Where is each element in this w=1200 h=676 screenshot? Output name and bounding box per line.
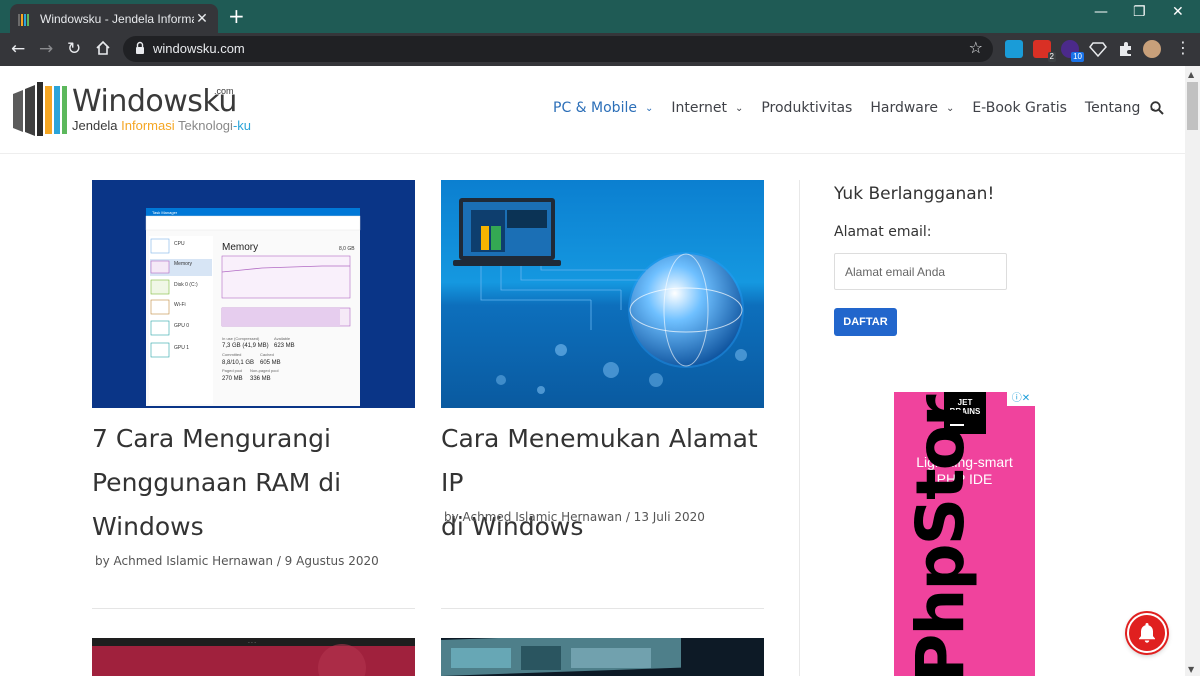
svg-text:CPU: CPU xyxy=(174,241,185,247)
svg-text:270 MB: 270 MB xyxy=(222,376,243,382)
chevron-down-icon: ⌄ xyxy=(734,102,744,114)
advertisement[interactable]: JET BRAINS ⓘ✕ Lightning-smart PHP IDE PhpS… xyxy=(894,392,1035,676)
svg-text:Non-paged pool: Non-paged pool xyxy=(250,368,279,373)
browser-tab[interactable]: Windowsku - Jendela Informasi T ✕ xyxy=(10,4,218,33)
bell-icon xyxy=(1139,623,1155,643)
window-close-icon[interactable]: ✕ xyxy=(1172,4,1184,20)
scroll-down-icon[interactable]: ▼ xyxy=(1188,665,1194,674)
bookmark-star-icon[interactable]: ☆ xyxy=(969,38,983,57)
url-text: windowsku.com xyxy=(153,41,245,56)
site-header: Windowsku .com Jendela Informasi Teknolo… xyxy=(0,66,1185,154)
nav-item-internet[interactable]: Internet ⌄ xyxy=(671,100,743,116)
tab-close-icon[interactable]: ✕ xyxy=(194,10,210,27)
site-logo-com: .com xyxy=(214,86,234,96)
svg-text:8,8/10,1 GB: 8,8/10,1 GB xyxy=(222,360,254,366)
chevron-down-icon: ⌄ xyxy=(945,102,955,114)
purple-extension-icon[interactable]: 10 xyxy=(1061,40,1084,62)
post-meta: by Achmed Islamic Hernawan / 13 Juli 202… xyxy=(444,510,705,524)
svg-text:7,3 GB (41,9 MB): 7,3 GB (41,9 MB) xyxy=(222,343,269,349)
diamond-extension-icon[interactable] xyxy=(1089,40,1107,58)
windowsku-logo-icon[interactable] xyxy=(13,82,67,136)
nav-item-pc-mobile[interactable]: PC & Mobile ⌄ xyxy=(553,100,653,116)
post-divider xyxy=(92,608,415,609)
svg-text:GPU 1: GPU 1 xyxy=(174,345,189,351)
browser-tab-bar: Windowsku - Jendela Informasi T ✕ + — ❐ … xyxy=(0,0,1200,33)
subscribe-button[interactable]: DAFTAR xyxy=(834,308,897,336)
post-thumbnail-ip-network[interactable] xyxy=(441,180,764,408)
post-thumbnail-task-manager[interactable]: Task Manager CPU Memory Disk 0 (C:) Wi-F… xyxy=(92,180,415,408)
translate-extension-icon[interactable] xyxy=(1005,40,1023,58)
svg-text:623 MB: 623 MB xyxy=(274,343,295,349)
email-label: Alamat email: xyxy=(834,224,932,240)
nav-item-produktivitas[interactable]: Produktivitas xyxy=(761,100,852,116)
post-thumbnail-hardware[interactable] xyxy=(441,638,764,676)
address-bar[interactable]: windowsku.com ☆ xyxy=(123,36,993,62)
ad-brand: PhpStorm xyxy=(902,392,979,676)
svg-text:Disk 0 (C:): Disk 0 (C:) xyxy=(174,282,198,288)
tm-window-title: Task Manager xyxy=(152,210,178,215)
notification-bell-button[interactable] xyxy=(1127,613,1167,653)
post-divider xyxy=(441,608,764,609)
post-thumbnail-ubuntu[interactable]: · · · xyxy=(92,638,415,676)
post-meta: by Achmed Islamic Hernawan / 9 Agustus 2… xyxy=(95,554,379,568)
profile-avatar[interactable] xyxy=(1143,40,1161,58)
post-title[interactable]: Cara Menemukan Alamat IP di Windows xyxy=(441,417,781,549)
email-input[interactable] xyxy=(834,253,1007,290)
subscribe-widget-title: Yuk Berlangganan! xyxy=(834,184,995,204)
scroll-up-icon[interactable]: ▲ xyxy=(1188,70,1194,79)
svg-text:In use (Compressed): In use (Compressed) xyxy=(222,336,260,341)
site-tagline: Jendela Informasi Teknologi-ku xyxy=(72,118,251,133)
scrollbar-thumb[interactable] xyxy=(1187,82,1198,130)
minimize-icon[interactable]: — xyxy=(1094,4,1108,20)
search-icon[interactable] xyxy=(1150,101,1164,115)
svg-text:336 MB: 336 MB xyxy=(250,376,271,382)
chevron-down-icon: ⌄ xyxy=(644,102,654,114)
svg-text:8,0 GB: 8,0 GB xyxy=(339,246,355,252)
extensions-puzzle-icon[interactable] xyxy=(1117,40,1135,58)
back-arrow-icon[interactable]: ← xyxy=(11,39,25,59)
svg-text:· · ·: · · · xyxy=(248,640,256,646)
svg-text:GPU 0: GPU 0 xyxy=(174,323,189,329)
forward-arrow-icon[interactable]: → xyxy=(39,39,53,59)
calendar-extension-icon[interactable]: 2 xyxy=(1033,40,1056,62)
lock-icon xyxy=(136,41,144,54)
svg-text:Wi-Fi: Wi-Fi xyxy=(174,302,186,308)
post-title[interactable]: 7 Cara Mengurangi Penggunaan RAM di Window… xyxy=(92,417,415,549)
tab-title: Windowsku - Jendela Informasi T xyxy=(40,11,194,26)
nav-item-tentang[interactable]: Tentang ⌄ xyxy=(1085,100,1157,116)
svg-text:Available: Available xyxy=(274,336,291,341)
restore-icon[interactable]: ❐ xyxy=(1133,4,1146,20)
svg-text:Cached: Cached xyxy=(260,352,274,357)
main-navigation: PC & Mobile ⌄ Internet ⌄ Produktivitas Har… xyxy=(553,100,1175,116)
site-favicon-icon xyxy=(18,12,32,26)
browser-toolbar: ← → ↻ windowsku.com ☆ 2 10 ⋮ xyxy=(0,33,1200,66)
sidebar-divider xyxy=(799,180,800,676)
nav-item-hardware[interactable]: Hardware ⌄ xyxy=(870,100,954,116)
chrome-menu-icon[interactable]: ⋮ xyxy=(1175,38,1191,58)
page-scrollbar[interactable]: ▲ ▼ xyxy=(1185,66,1200,676)
new-tab-button[interactable]: + xyxy=(228,5,245,27)
svg-text:Paged pool: Paged pool xyxy=(222,368,242,373)
nav-item-ebook-gratis[interactable]: E-Book Gratis xyxy=(972,100,1067,116)
reload-icon[interactable]: ↻ xyxy=(67,39,81,59)
home-icon[interactable] xyxy=(95,40,111,56)
svg-text:Memory: Memory xyxy=(174,261,193,267)
adchoices-icon[interactable]: ⓘ✕ xyxy=(1007,392,1035,406)
svg-text:605 MB: 605 MB xyxy=(260,360,281,366)
site-logo-text[interactable]: Windowsku xyxy=(72,84,237,119)
svg-text:Committed: Committed xyxy=(222,352,241,357)
tm-memory-heading: Memory xyxy=(222,242,258,253)
